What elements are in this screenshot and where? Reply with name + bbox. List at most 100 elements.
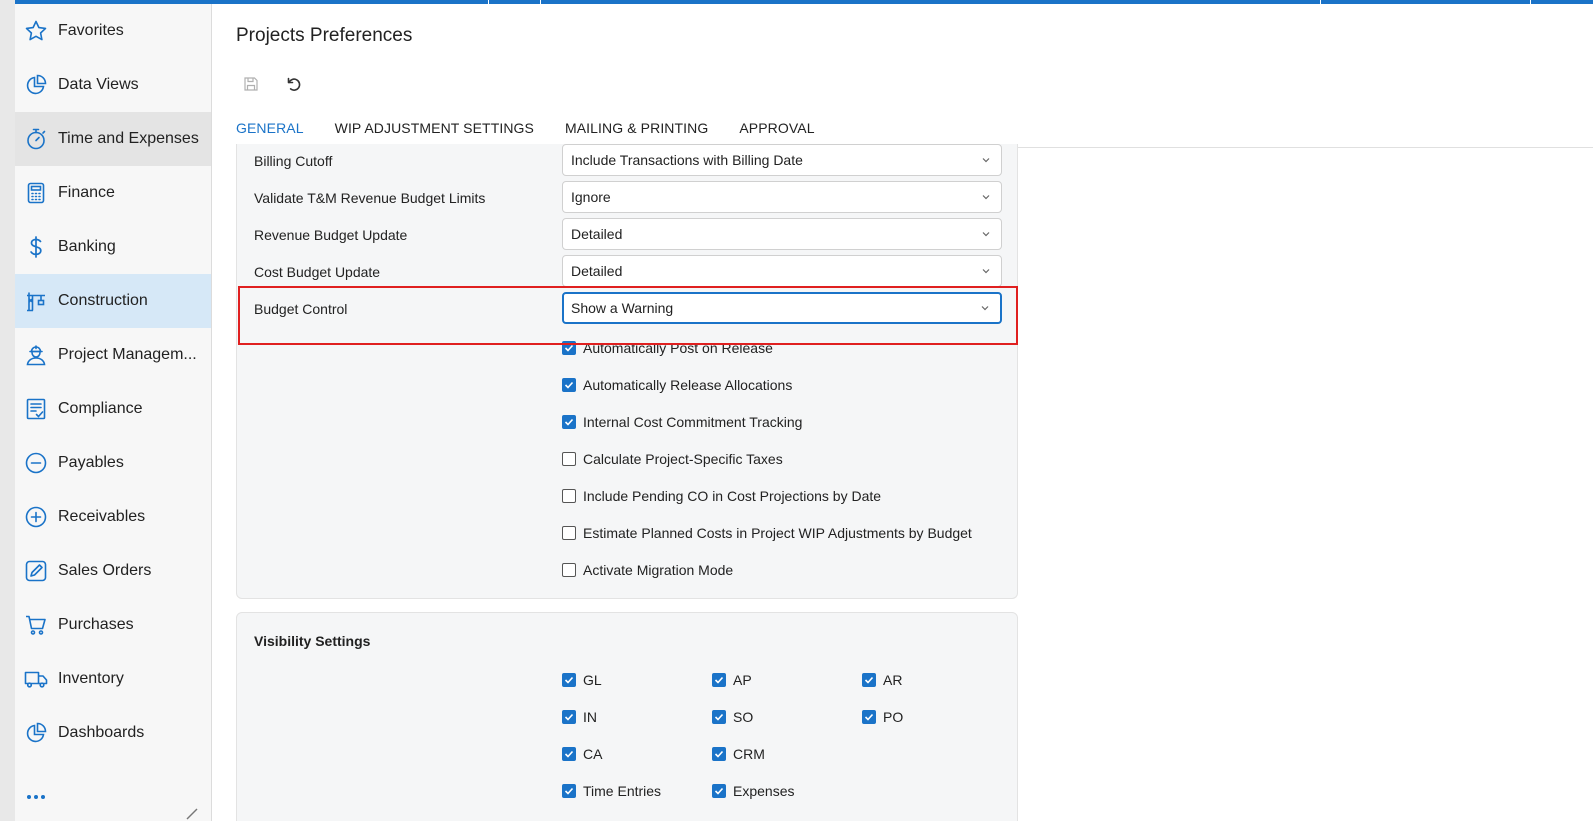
undo-button[interactable] xyxy=(280,70,308,98)
check-icon xyxy=(714,787,724,795)
revenue-budget-update-label: Revenue Budget Update xyxy=(254,227,408,243)
visibility-expenses-checkbox[interactable]: Expenses xyxy=(712,783,794,799)
checkbox-box[interactable] xyxy=(862,710,876,724)
auto-release-allocations-checkbox[interactable]: Automatically Release Allocations xyxy=(562,377,792,393)
estimate-planned-costs-checkbox[interactable]: Estimate Planned Costs in Project WIP Ad… xyxy=(562,525,972,541)
checkbox-box[interactable] xyxy=(712,784,726,798)
visibility-gl-checkbox[interactable]: GL xyxy=(562,672,602,688)
visibility-settings-title: Visibility Settings xyxy=(254,633,371,649)
sidebar-item-label: Inventory xyxy=(58,670,124,687)
checkbox-box[interactable] xyxy=(562,747,576,761)
collapse-sidebar-icon[interactable] xyxy=(185,807,199,821)
main-content: Projects Preferences GENERAL WIP ADJUSTM… xyxy=(212,4,1593,821)
check-icon xyxy=(864,676,874,684)
migration-mode-checkbox[interactable]: Activate Migration Mode xyxy=(562,562,733,578)
sidebar-item-label: Favorites xyxy=(58,22,124,39)
sidebar-item-label: Finance xyxy=(58,184,115,201)
calculator-icon xyxy=(24,181,48,205)
checkbox-label: SO xyxy=(733,709,754,725)
checkbox-box[interactable] xyxy=(562,378,576,392)
chevron-down-icon xyxy=(982,195,990,200)
chevron-down-icon xyxy=(982,269,990,274)
visibility-ap-checkbox[interactable]: AP xyxy=(712,672,752,688)
visibility-time-entries-checkbox[interactable]: Time Entries xyxy=(562,783,661,799)
checkbox-label: Internal Cost Commitment Tracking xyxy=(583,414,803,430)
revenue-budget-update-select[interactable]: Detailed xyxy=(562,218,1002,250)
checkbox-box[interactable] xyxy=(562,673,576,687)
dollar-icon xyxy=(24,235,48,259)
sidebar-item-time-and-expenses[interactable]: Time and Expenses xyxy=(15,112,211,166)
sidebar-item-data-views[interactable]: Data Views xyxy=(15,58,211,112)
validate-tm-revenue-select[interactable]: Ignore xyxy=(562,181,1002,213)
sidebar-item-label: Construction xyxy=(58,292,148,309)
plus-circle-icon xyxy=(24,505,48,529)
sidebar-item-receivables[interactable]: Receivables xyxy=(15,490,211,544)
truck-icon xyxy=(24,667,48,691)
cart-icon xyxy=(24,613,48,637)
sidebar-item-construction[interactable]: Construction xyxy=(15,274,211,328)
validate-tm-revenue-label: Validate T&M Revenue Budget Limits xyxy=(254,190,486,206)
checkbox-label: Calculate Project-Specific Taxes xyxy=(583,451,783,467)
checkbox-box[interactable] xyxy=(862,673,876,687)
left-edge-strip xyxy=(0,0,15,821)
sidebar-item-label: Dashboards xyxy=(58,724,145,741)
checkbox-box[interactable] xyxy=(712,710,726,724)
page-title: Projects Preferences xyxy=(236,25,413,46)
star-icon xyxy=(24,19,48,43)
sidebar-item-sales-orders[interactable]: Sales Orders xyxy=(15,544,211,598)
sidebar-item-label: Project Managem... xyxy=(58,346,197,363)
checkbox-box[interactable] xyxy=(562,452,576,466)
visibility-settings-panel: Visibility Settings GL AP AR IN SO PO CA xyxy=(236,612,1018,821)
sidebar-item-finance[interactable]: Finance xyxy=(15,166,211,220)
visibility-ca-checkbox[interactable]: CA xyxy=(562,746,602,762)
visibility-ar-checkbox[interactable]: AR xyxy=(862,672,902,688)
undo-icon xyxy=(287,77,301,91)
check-icon xyxy=(564,381,574,389)
checkbox-box[interactable] xyxy=(562,710,576,724)
checkbox-box[interactable] xyxy=(712,673,726,687)
check-icon xyxy=(564,418,574,426)
internal-cost-commitment-checkbox[interactable]: Internal Cost Commitment Tracking xyxy=(562,414,802,430)
stopwatch-icon xyxy=(24,127,48,151)
checkbox-box[interactable] xyxy=(562,563,576,577)
checkbox-label: CA xyxy=(583,746,603,762)
checkbox-box[interactable] xyxy=(562,415,576,429)
calc-project-taxes-checkbox[interactable]: Calculate Project-Specific Taxes xyxy=(562,451,783,467)
checkbox-box[interactable] xyxy=(712,747,726,761)
visibility-po-checkbox[interactable]: PO xyxy=(862,709,903,725)
sidebar: Favorites Data Views Time and Expenses F… xyxy=(15,4,212,821)
save-button[interactable] xyxy=(237,70,265,98)
cost-budget-update-select[interactable]: Detailed xyxy=(562,255,1002,287)
checkbox-label: Expenses xyxy=(733,783,795,799)
visibility-crm-checkbox[interactable]: CRM xyxy=(712,746,765,762)
check-icon xyxy=(864,713,874,721)
visibility-so-checkbox[interactable]: SO xyxy=(712,709,753,725)
sidebar-item-label: Time and Expenses xyxy=(58,130,199,147)
sidebar-item-banking[interactable]: Banking xyxy=(15,220,211,274)
visibility-in-checkbox[interactable]: IN xyxy=(562,709,597,725)
checkbox-box[interactable] xyxy=(562,489,576,503)
cost-budget-update-value: Detailed xyxy=(571,263,623,279)
billing-cutoff-value: Include Transactions with Billing Date xyxy=(571,152,803,168)
sidebar-item-purchases[interactable]: Purchases xyxy=(15,598,211,652)
sidebar-item-project-management[interactable]: Project Managem... xyxy=(15,328,211,382)
check-icon xyxy=(714,676,724,684)
chevron-down-icon xyxy=(982,158,990,163)
checkbox-box[interactable] xyxy=(562,526,576,540)
sidebar-item-payables[interactable]: Payables xyxy=(15,436,211,490)
billing-cutoff-label: Billing Cutoff xyxy=(254,153,333,169)
checkbox-box[interactable] xyxy=(562,784,576,798)
billing-cutoff-select[interactable]: Include Transactions with Billing Date xyxy=(562,144,1002,176)
checkbox-label: Estimate Planned Costs in Project WIP Ad… xyxy=(583,525,972,541)
sidebar-item-inventory[interactable]: Inventory xyxy=(15,652,211,706)
checkbox-label: AR xyxy=(883,672,903,688)
sidebar-item-compliance[interactable]: Compliance xyxy=(15,382,211,436)
sidebar-item-favorites[interactable]: Favorites xyxy=(15,4,211,58)
chevron-down-icon xyxy=(982,232,990,237)
sidebar-item-dashboards[interactable]: Dashboards xyxy=(15,706,211,760)
sidebar-item-label: Receivables xyxy=(58,508,146,525)
pending-co-checkbox[interactable]: Include Pending CO in Cost Projections b… xyxy=(562,488,881,504)
checkbox-label: Activate Migration Mode xyxy=(583,562,734,578)
general-settings-panel: Billing Cutoff Include Transactions with… xyxy=(236,144,1018,599)
check-icon xyxy=(714,713,724,721)
